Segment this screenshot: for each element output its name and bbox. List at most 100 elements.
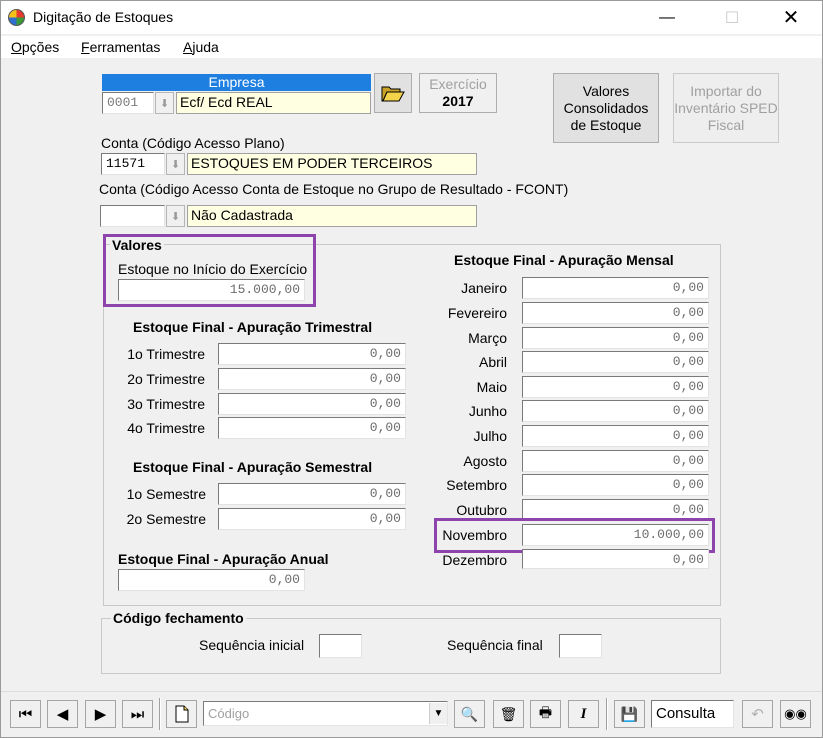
mes-setembro-label: Setembro <box>446 477 507 493</box>
save-button[interactable]: 💾 <box>614 700 645 728</box>
title-bar: Digitação de Estoques — ☐ ✕ <box>1 1 822 34</box>
menu-ajuda[interactable]: Ajuda <box>183 39 219 55</box>
fechamento-title: Código fechamento <box>111 610 246 626</box>
empresa-code-field[interactable]: 0001 <box>102 92 154 114</box>
seq-inicial-field[interactable] <box>319 634 362 658</box>
prev-record-button[interactable]: ◀ <box>47 700 78 728</box>
mes-abril-label: Abril <box>478 354 507 370</box>
toolbar-separator <box>159 698 161 730</box>
seq-final-label: Sequência final <box>447 637 543 653</box>
mes-outubro-label: Outubro <box>456 502 507 518</box>
mes-janeiro-field[interactable]: 0,00 <box>522 277 709 299</box>
mes-maio-field[interactable]: 0,00 <box>522 376 709 398</box>
highlight-novembro <box>434 518 715 553</box>
valores-consolidados-button[interactable]: Valores Consolidados de Estoque <box>553 73 659 143</box>
highlight-estoque-inicio <box>103 234 316 307</box>
exercicio-year: 2017 <box>442 93 474 109</box>
folder-open-icon <box>381 86 405 102</box>
search-list-icon: 🔍 <box>460 705 479 722</box>
minimize-button[interactable]: — <box>644 1 690 34</box>
trimestral-title: Estoque Final - Apuração Trimestral <box>133 319 373 335</box>
new-document-icon <box>175 705 188 723</box>
trimestre-4-label: 4o Trimestre <box>127 420 205 436</box>
mensal-title: Estoque Final - Apuração Mensal <box>454 252 674 268</box>
semestre-1-field[interactable]: 0,00 <box>218 483 406 505</box>
delete-button[interactable]: 🗑 <box>493 700 524 728</box>
importar-inventario-button[interactable]: Importar do Inventário SPED Fiscal <box>673 73 779 143</box>
next-record-button[interactable]: ▶ <box>85 700 116 728</box>
mes-junho-label: Junho <box>468 403 507 419</box>
mode-status-field: Consulta <box>651 700 734 728</box>
empresa-header: Empresa <box>102 74 371 91</box>
seq-final-field[interactable] <box>559 634 602 658</box>
last-record-icon: ⏭ <box>130 705 145 723</box>
mes-fevereiro-label: Fevereiro <box>447 305 507 321</box>
semestre-2-label: 2o Semestre <box>126 511 206 527</box>
codigo-combobox[interactable]: Código <box>203 701 448 726</box>
empresa-lookup-arrow-icon[interactable]: ⬇ <box>155 92 174 114</box>
italic-i-icon: I <box>580 705 587 722</box>
menu-opcoes[interactable]: Opções <box>11 39 59 55</box>
mes-julho-label: Julho <box>473 428 507 444</box>
mes-agosto-field[interactable]: 0,00 <box>522 450 709 472</box>
mes-agosto-label: Agosto <box>463 453 507 469</box>
mes-setembro-field[interactable]: 0,00 <box>522 474 709 496</box>
main-window: Digitação de Estoques — ☐ ✕ Opções Ferra… <box>0 0 823 738</box>
seq-inicial-label: Sequência inicial <box>199 637 305 653</box>
mes-marco-label: Março <box>468 330 507 346</box>
exercicio-label: Exercício <box>429 76 487 92</box>
semestre-2-field[interactable]: 0,00 <box>218 508 406 530</box>
window-title: Digitação de Estoques <box>33 9 174 25</box>
semestre-1-label: 1o Semestre <box>126 486 206 502</box>
new-record-button[interactable] <box>166 700 197 728</box>
undo-icon: ↶ <box>751 706 764 723</box>
mes-fevereiro-field[interactable]: 0,00 <box>522 302 709 324</box>
exercicio-box: Exercício 2017 <box>419 73 497 113</box>
trimestre-3-field[interactable]: 0,00 <box>218 393 406 415</box>
first-record-button[interactable]: ⏮ <box>10 700 41 728</box>
trimestre-1-label: 1o Trimestre <box>127 346 205 362</box>
empresa-name-field: Ecf/ Ecd REAL <box>176 92 371 114</box>
conta-fcont-label: Conta (Código Acesso Conta de Estoque no… <box>99 181 569 197</box>
menu-ferramentas[interactable]: Ferramentas <box>81 39 160 55</box>
anual-field[interactable]: 0,00 <box>118 569 305 591</box>
conta-code-field[interactable]: 11571 <box>101 153 165 175</box>
undo-button[interactable]: ↶ <box>742 700 773 728</box>
floppy-disk-icon: 💾 <box>620 705 639 722</box>
trimestre-4-field[interactable]: 0,00 <box>218 417 406 439</box>
mes-dezembro-field[interactable]: 0,00 <box>522 549 709 569</box>
codigo-dropdown-arrow-icon[interactable]: ▼ <box>429 703 447 724</box>
trash-icon: 🗑 <box>499 705 518 722</box>
toolbar-separator <box>606 698 608 730</box>
find-button[interactable]: ◉◉ <box>780 700 811 728</box>
fechamento-group <box>101 618 721 674</box>
conta-lookup-arrow-icon[interactable]: ⬇ <box>166 153 185 175</box>
trimestre-1-field[interactable]: 0,00 <box>218 343 406 365</box>
mes-marco-field[interactable]: 0,00 <box>522 327 709 349</box>
mes-maio-label: Maio <box>476 379 507 395</box>
conta-fcont-name-field: Não Cadastrada <box>187 205 477 227</box>
first-record-icon: ⏮ <box>18 705 33 723</box>
search-list-button[interactable]: 🔍 <box>454 700 485 728</box>
mes-julho-field[interactable]: 0,00 <box>522 425 709 447</box>
semestral-title: Estoque Final - Apuração Semestral <box>133 459 373 475</box>
anual-title: Estoque Final - Apuração Anual <box>118 551 329 567</box>
close-button[interactable]: ✕ <box>768 1 814 34</box>
bottom-toolbar: ⏮ ◀ ▶ ⏭ Código ▼ 🔍 🗑 🖶 I 💾 Consulta ↶ ◉◉ <box>1 691 822 737</box>
trimestre-3-label: 3o Trimestre <box>127 396 205 412</box>
open-folder-button[interactable] <box>374 73 412 113</box>
print-button[interactable]: 🖶 <box>530 700 561 728</box>
conta-fcont-code-field[interactable] <box>100 205 165 227</box>
trimestre-2-field[interactable]: 0,00 <box>218 368 406 390</box>
mes-junho-field[interactable]: 0,00 <box>522 400 709 422</box>
maximize-button[interactable]: ☐ <box>709 1 755 34</box>
mes-dezembro-label: Dezembro <box>442 552 507 568</box>
app-icon <box>8 9 25 26</box>
last-record-button[interactable]: ⏭ <box>122 700 153 728</box>
binoculars-icon: ◉◉ <box>784 706 807 721</box>
mes-janeiro-label: Janeiro <box>461 280 507 296</box>
prev-record-icon: ◀ <box>56 706 69 723</box>
info-button[interactable]: I <box>568 700 599 728</box>
mes-abril-field[interactable]: 0,00 <box>522 351 709 373</box>
conta-fcont-lookup-arrow-icon[interactable]: ⬇ <box>166 205 185 227</box>
